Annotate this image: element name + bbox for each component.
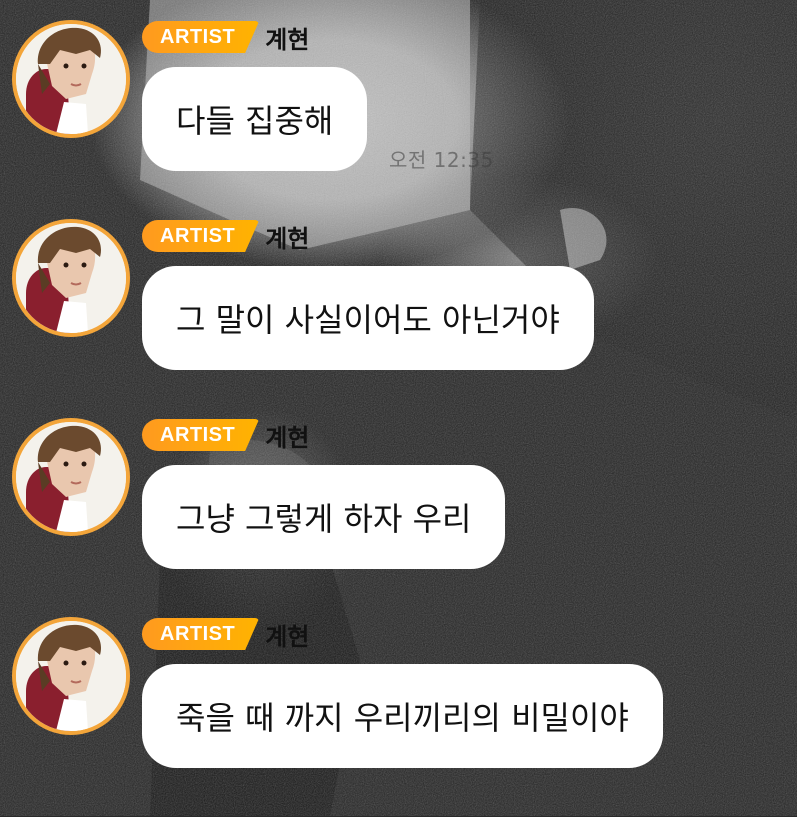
avatar-portrait-icon: [16, 621, 126, 731]
sender-row: ARTIST 계현: [142, 20, 309, 54]
message-bubble[interactable]: 그 말이 사실이어도 아닌거야: [142, 266, 594, 370]
artist-badge: ARTIST: [142, 220, 260, 252]
sender-row: ARTIST 계현: [142, 617, 309, 651]
sender-row: ARTIST 계현: [142, 219, 309, 253]
message-bubble[interactable]: 그냥 그렇게 하자 우리: [142, 465, 506, 569]
avatar[interactable]: [12, 418, 130, 536]
chat-message: ARTIST 계현 그 말이 사실이어도 아닌거야: [0, 219, 797, 419]
sender-name[interactable]: 계현: [265, 219, 309, 254]
chat-message: ARTIST 계현 죽을 때 까지 우리끼리의 비밀이야: [0, 617, 797, 817]
message-bubble[interactable]: 죽을 때 까지 우리끼리의 비밀이야: [142, 664, 663, 768]
avatar[interactable]: [12, 20, 130, 138]
avatar[interactable]: [12, 617, 130, 735]
avatar[interactable]: [12, 219, 130, 337]
sender-name[interactable]: 계현: [265, 617, 309, 652]
chat-message: ARTIST 계현 다들 집중해: [0, 20, 797, 220]
artist-badge: ARTIST: [142, 419, 260, 451]
artist-badge: ARTIST: [142, 618, 260, 650]
chat-message: ARTIST 계현 그냥 그렇게 하자 우리: [0, 418, 797, 618]
artist-badge: ARTIST: [142, 21, 260, 53]
sender-name[interactable]: 계현: [265, 418, 309, 453]
avatar-portrait-icon: [16, 223, 126, 333]
sender-name[interactable]: 계현: [265, 20, 309, 55]
avatar-portrait-icon: [16, 24, 126, 134]
sender-row: ARTIST 계현: [142, 418, 309, 452]
avatar-portrait-icon: [16, 422, 126, 532]
message-bubble[interactable]: 다들 집중해: [142, 67, 368, 171]
